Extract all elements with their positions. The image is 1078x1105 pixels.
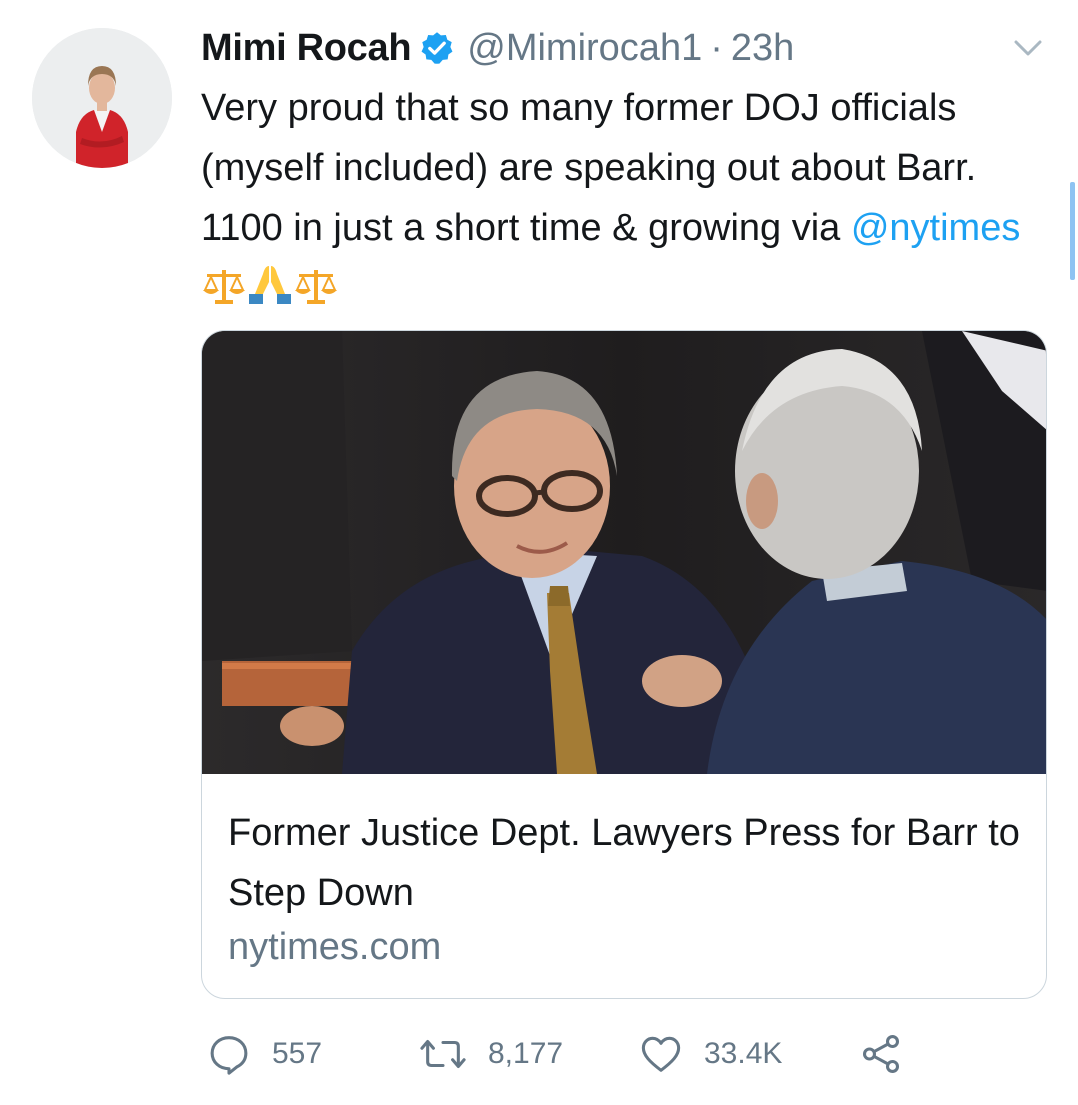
folded-hands-icon [247, 262, 293, 324]
author-name[interactable]: Mimi Rocah [201, 27, 412, 70]
card-domain[interactable]: nytimes.com [228, 926, 441, 969]
avatar[interactable] [32, 28, 172, 168]
share-icon [862, 1035, 900, 1073]
card-image[interactable] [202, 331, 1047, 774]
reply-button[interactable]: 557 [206, 1022, 322, 1086]
retweet-button[interactable]: 8,177 [418, 1022, 563, 1086]
card-title[interactable]: Former Justice Dept. Lawyers Press for B… [228, 803, 1028, 923]
avatar-photo [32, 28, 172, 168]
author-handle[interactable]: @Mimirocah1 [467, 27, 702, 70]
tweet-text: Very proud that so many former DOJ offic… [201, 78, 1061, 324]
link-preview-card[interactable]: Former Justice Dept. Lawyers Press for B… [201, 330, 1047, 999]
retweet-icon [420, 1040, 466, 1068]
reply-count: 557 [272, 1037, 323, 1070]
reply-icon [210, 1036, 248, 1075]
scales-icon [201, 264, 247, 324]
tweet-timestamp[interactable]: 23h [731, 27, 794, 70]
scales-icon [293, 264, 339, 324]
tweet-actions: 557 8,177 33.4K [0, 1022, 1078, 1086]
heart-icon [641, 1036, 681, 1072]
tweet-header: Mimi Rocah @Mimirocah1 · 23h [201, 20, 794, 76]
like-button[interactable]: 33.4K [638, 1022, 782, 1086]
verified-badge-icon [419, 30, 455, 66]
scrollbar[interactable] [1070, 182, 1075, 280]
header-separator: · [710, 26, 723, 69]
retweet-count: 8,177 [488, 1037, 564, 1070]
like-count: 33.4K [704, 1037, 783, 1070]
chevron-down-icon[interactable] [1010, 36, 1046, 60]
mention-link[interactable]: @nytimes [851, 207, 1021, 249]
share-button[interactable] [858, 1022, 924, 1086]
